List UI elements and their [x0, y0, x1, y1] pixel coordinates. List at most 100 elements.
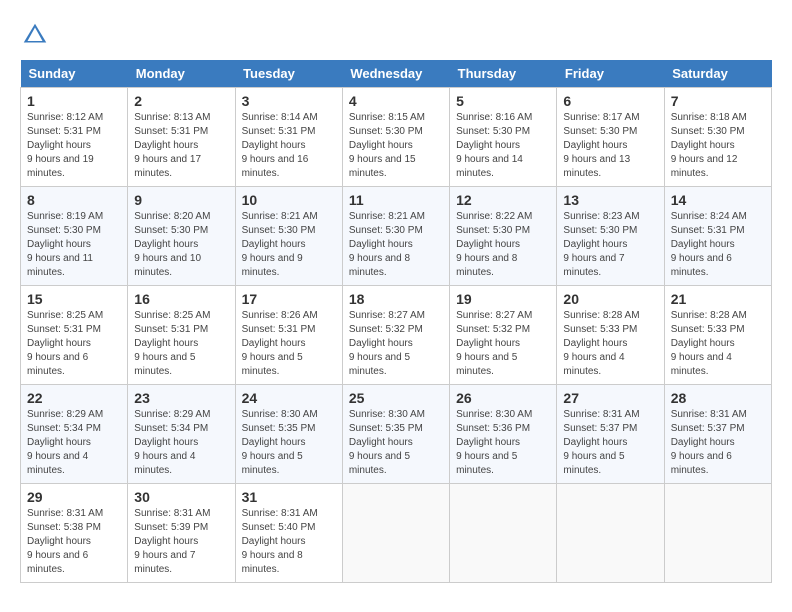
calendar-cell: 17 Sunrise: 8:26 AM Sunset: 5:31 PM Dayl… — [235, 286, 342, 385]
day-number: 28 — [671, 390, 765, 406]
day-header-wednesday: Wednesday — [342, 60, 449, 88]
day-number: 4 — [349, 93, 443, 109]
day-number: 12 — [456, 192, 550, 208]
day-info: Sunrise: 8:21 AM Sunset: 5:30 PM Dayligh… — [242, 210, 336, 280]
calendar-cell: 1 Sunrise: 8:12 AM Sunset: 5:31 PM Dayli… — [21, 88, 128, 187]
calendar-cell: 6 Sunrise: 8:17 AM Sunset: 5:30 PM Dayli… — [557, 88, 664, 187]
day-number: 11 — [349, 192, 443, 208]
calendar-cell: 20 Sunrise: 8:28 AM Sunset: 5:33 PM Dayl… — [557, 286, 664, 385]
day-header-sunday: Sunday — [21, 60, 128, 88]
day-number: 14 — [671, 192, 765, 208]
calendar-cell: 30 Sunrise: 8:31 AM Sunset: 5:39 PM Dayl… — [128, 484, 235, 583]
day-info: Sunrise: 8:30 AM Sunset: 5:35 PM Dayligh… — [242, 408, 336, 478]
day-number: 26 — [456, 390, 550, 406]
day-info: Sunrise: 8:29 AM Sunset: 5:34 PM Dayligh… — [27, 408, 121, 478]
day-number: 22 — [27, 390, 121, 406]
day-header-saturday: Saturday — [664, 60, 771, 88]
calendar-week-4: 22 Sunrise: 8:29 AM Sunset: 5:34 PM Dayl… — [21, 385, 772, 484]
day-info: Sunrise: 8:18 AM Sunset: 5:30 PM Dayligh… — [671, 111, 765, 181]
calendar-week-1: 1 Sunrise: 8:12 AM Sunset: 5:31 PM Dayli… — [21, 88, 772, 187]
day-number: 1 — [27, 93, 121, 109]
day-number: 30 — [134, 489, 228, 505]
calendar-cell: 29 Sunrise: 8:31 AM Sunset: 5:38 PM Dayl… — [21, 484, 128, 583]
page-container: SundayMondayTuesdayWednesdayThursdayFrid… — [20, 20, 772, 583]
day-number: 24 — [242, 390, 336, 406]
day-number: 15 — [27, 291, 121, 307]
calendar-cell: 13 Sunrise: 8:23 AM Sunset: 5:30 PM Dayl… — [557, 187, 664, 286]
day-info: Sunrise: 8:23 AM Sunset: 5:30 PM Dayligh… — [563, 210, 657, 280]
day-number: 20 — [563, 291, 657, 307]
day-number: 21 — [671, 291, 765, 307]
calendar-cell: 23 Sunrise: 8:29 AM Sunset: 5:34 PM Dayl… — [128, 385, 235, 484]
day-info: Sunrise: 8:12 AM Sunset: 5:31 PM Dayligh… — [27, 111, 121, 181]
day-info: Sunrise: 8:21 AM Sunset: 5:30 PM Dayligh… — [349, 210, 443, 280]
calendar-week-3: 15 Sunrise: 8:25 AM Sunset: 5:31 PM Dayl… — [21, 286, 772, 385]
calendar-cell: 18 Sunrise: 8:27 AM Sunset: 5:32 PM Dayl… — [342, 286, 449, 385]
calendar-cell: 7 Sunrise: 8:18 AM Sunset: 5:30 PM Dayli… — [664, 88, 771, 187]
day-number: 8 — [27, 192, 121, 208]
calendar-cell: 28 Sunrise: 8:31 AM Sunset: 5:37 PM Dayl… — [664, 385, 771, 484]
calendar-cell: 15 Sunrise: 8:25 AM Sunset: 5:31 PM Dayl… — [21, 286, 128, 385]
logo — [20, 20, 54, 50]
calendar-cell: 12 Sunrise: 8:22 AM Sunset: 5:30 PM Dayl… — [450, 187, 557, 286]
day-info: Sunrise: 8:28 AM Sunset: 5:33 PM Dayligh… — [671, 309, 765, 379]
calendar-cell: 21 Sunrise: 8:28 AM Sunset: 5:33 PM Dayl… — [664, 286, 771, 385]
day-info: Sunrise: 8:13 AM Sunset: 5:31 PM Dayligh… — [134, 111, 228, 181]
day-number: 9 — [134, 192, 228, 208]
day-number: 3 — [242, 93, 336, 109]
calendar-cell: 3 Sunrise: 8:14 AM Sunset: 5:31 PM Dayli… — [235, 88, 342, 187]
day-number: 19 — [456, 291, 550, 307]
calendar-cell — [342, 484, 449, 583]
day-info: Sunrise: 8:17 AM Sunset: 5:30 PM Dayligh… — [563, 111, 657, 181]
day-header-monday: Monday — [128, 60, 235, 88]
calendar-cell — [557, 484, 664, 583]
day-info: Sunrise: 8:25 AM Sunset: 5:31 PM Dayligh… — [27, 309, 121, 379]
day-number: 23 — [134, 390, 228, 406]
calendar-cell: 22 Sunrise: 8:29 AM Sunset: 5:34 PM Dayl… — [21, 385, 128, 484]
day-number: 10 — [242, 192, 336, 208]
day-info: Sunrise: 8:14 AM Sunset: 5:31 PM Dayligh… — [242, 111, 336, 181]
calendar-cell: 27 Sunrise: 8:31 AM Sunset: 5:37 PM Dayl… — [557, 385, 664, 484]
day-number: 7 — [671, 93, 765, 109]
calendar-cell: 25 Sunrise: 8:30 AM Sunset: 5:35 PM Dayl… — [342, 385, 449, 484]
calendar-cell: 16 Sunrise: 8:25 AM Sunset: 5:31 PM Dayl… — [128, 286, 235, 385]
calendar-cell: 9 Sunrise: 8:20 AM Sunset: 5:30 PM Dayli… — [128, 187, 235, 286]
day-number: 29 — [27, 489, 121, 505]
day-info: Sunrise: 8:30 AM Sunset: 5:36 PM Dayligh… — [456, 408, 550, 478]
calendar-cell: 4 Sunrise: 8:15 AM Sunset: 5:30 PM Dayli… — [342, 88, 449, 187]
day-info: Sunrise: 8:31 AM Sunset: 5:37 PM Dayligh… — [563, 408, 657, 478]
day-info: Sunrise: 8:31 AM Sunset: 5:37 PM Dayligh… — [671, 408, 765, 478]
day-info: Sunrise: 8:29 AM Sunset: 5:34 PM Dayligh… — [134, 408, 228, 478]
day-info: Sunrise: 8:25 AM Sunset: 5:31 PM Dayligh… — [134, 309, 228, 379]
day-info: Sunrise: 8:20 AM Sunset: 5:30 PM Dayligh… — [134, 210, 228, 280]
day-info: Sunrise: 8:16 AM Sunset: 5:30 PM Dayligh… — [456, 111, 550, 181]
header — [20, 20, 772, 50]
day-info: Sunrise: 8:22 AM Sunset: 5:30 PM Dayligh… — [456, 210, 550, 280]
day-number: 31 — [242, 489, 336, 505]
day-header-tuesday: Tuesday — [235, 60, 342, 88]
calendar-week-2: 8 Sunrise: 8:19 AM Sunset: 5:30 PM Dayli… — [21, 187, 772, 286]
day-info: Sunrise: 8:31 AM Sunset: 5:39 PM Dayligh… — [134, 507, 228, 577]
days-header-row: SundayMondayTuesdayWednesdayThursdayFrid… — [21, 60, 772, 88]
day-number: 5 — [456, 93, 550, 109]
calendar-cell — [664, 484, 771, 583]
day-number: 27 — [563, 390, 657, 406]
day-number: 18 — [349, 291, 443, 307]
calendar-cell: 31 Sunrise: 8:31 AM Sunset: 5:40 PM Dayl… — [235, 484, 342, 583]
day-info: Sunrise: 8:30 AM Sunset: 5:35 PM Dayligh… — [349, 408, 443, 478]
day-number: 25 — [349, 390, 443, 406]
calendar-cell — [450, 484, 557, 583]
calendar-cell: 2 Sunrise: 8:13 AM Sunset: 5:31 PM Dayli… — [128, 88, 235, 187]
day-number: 17 — [242, 291, 336, 307]
calendar-cell: 10 Sunrise: 8:21 AM Sunset: 5:30 PM Dayl… — [235, 187, 342, 286]
day-number: 6 — [563, 93, 657, 109]
calendar-cell: 5 Sunrise: 8:16 AM Sunset: 5:30 PM Dayli… — [450, 88, 557, 187]
day-header-friday: Friday — [557, 60, 664, 88]
calendar-cell: 8 Sunrise: 8:19 AM Sunset: 5:30 PM Dayli… — [21, 187, 128, 286]
day-info: Sunrise: 8:27 AM Sunset: 5:32 PM Dayligh… — [456, 309, 550, 379]
day-number: 13 — [563, 192, 657, 208]
calendar-cell: 26 Sunrise: 8:30 AM Sunset: 5:36 PM Dayl… — [450, 385, 557, 484]
calendar-table: SundayMondayTuesdayWednesdayThursdayFrid… — [20, 60, 772, 583]
day-number: 2 — [134, 93, 228, 109]
calendar-cell: 11 Sunrise: 8:21 AM Sunset: 5:30 PM Dayl… — [342, 187, 449, 286]
